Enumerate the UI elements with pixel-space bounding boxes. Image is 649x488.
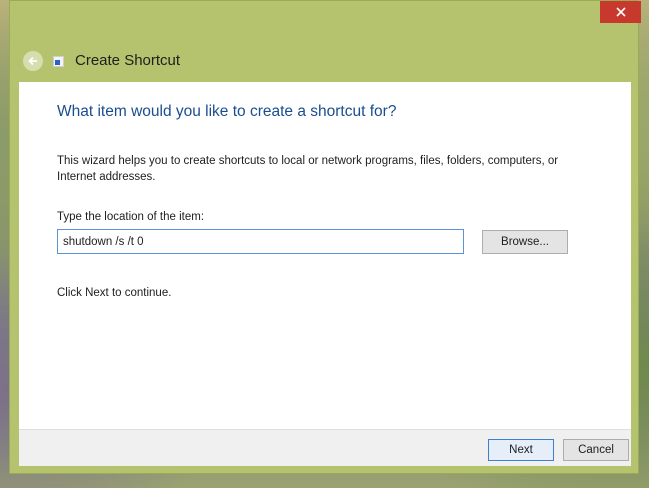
wizard-footer: Next Cancel xyxy=(19,429,631,466)
location-label: Type the location of the item: xyxy=(57,211,205,223)
location-input[interactable] xyxy=(57,229,464,254)
shortcut-app-icon xyxy=(53,56,64,67)
back-button[interactable] xyxy=(23,51,43,71)
close-icon xyxy=(615,7,626,17)
close-button[interactable] xyxy=(600,1,641,23)
wizard-description: This wizard helps you to create shortcut… xyxy=(57,155,559,183)
back-arrow-icon xyxy=(28,56,37,66)
next-button[interactable]: Next xyxy=(488,439,554,461)
wizard-heading: What item would you like to create a sho… xyxy=(57,103,397,120)
cancel-button[interactable]: Cancel xyxy=(563,439,629,461)
title-bar: Create Shortcut xyxy=(10,37,638,77)
wizard-content: What item would you like to create a sho… xyxy=(19,82,631,429)
window-title: Create Shortcut xyxy=(75,52,181,69)
continue-instruction: Click Next to continue. xyxy=(57,287,172,299)
browse-button[interactable]: Browse... xyxy=(482,230,568,254)
create-shortcut-window: Create Shortcut What item would you like… xyxy=(9,0,641,474)
